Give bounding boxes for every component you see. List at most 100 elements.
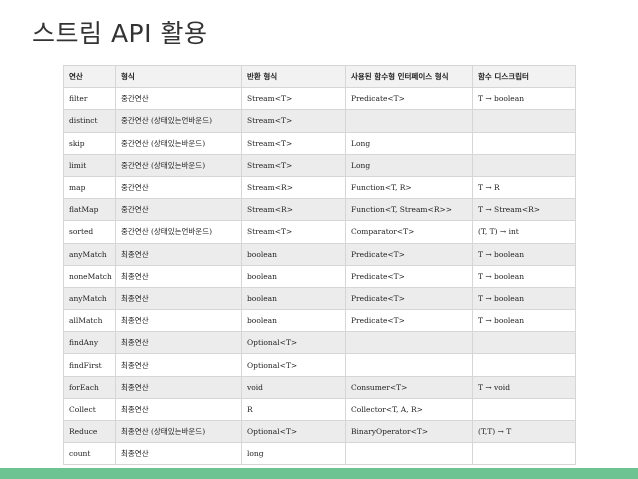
cell-type: 최종연산 [115,331,242,355]
header-type: 형식 [115,64,242,89]
cell-function-descriptor [472,353,576,377]
cell-operation: sorted [63,220,116,244]
header-operation: 연산 [63,64,116,89]
cell-operation: Reduce [63,419,116,444]
cell-function-descriptor [472,153,576,177]
cell-function-descriptor: T → boolean [472,309,576,333]
cell-type: 최종연산 [115,375,242,399]
cell-type: 중간연산 [115,198,242,222]
cell-functional-interface: Predicate<T> [345,309,473,333]
cell-operation: filter [63,87,116,111]
cell-return-type: boolean [241,309,346,333]
cell-type: 중간연산 [115,175,242,200]
cell-type: 최종연산 [115,264,242,288]
table-row: findFirst 최종연산 Optional<T> [63,353,576,377]
cell-function-descriptor: T → R [472,175,576,200]
cell-functional-interface: Long [345,131,473,155]
table-row: forEach 최종연산 void Consumer<T> T → void [63,375,576,399]
table-row: map 중간연산 Stream<R> Function<T, R> T → R [63,175,576,200]
cell-type: 중간연산 (상태있는바운드) [115,131,242,155]
table-row: skip 중간연산 (상태있는바운드) Stream<T> Long [63,131,576,155]
cell-function-descriptor [472,442,576,466]
cell-functional-interface: Function<T, Stream<R>> [345,198,473,222]
cell-functional-interface: Predicate<T> [345,286,473,311]
cell-function-descriptor [472,131,576,155]
cell-operation: anyMatch [63,286,116,311]
operations-table-container: 연산 형식 반환 형식 사용된 함수형 인터페이스 형식 함수 디스크립터 fi… [63,64,576,466]
cell-function-descriptor [472,109,576,133]
cell-return-type: void [241,375,346,399]
cell-return-type: boolean [241,264,346,288]
cell-functional-interface [345,442,473,466]
cell-return-type: Stream<T> [241,153,346,177]
cell-return-type: boolean [241,242,346,266]
table-row: distinct 중간연산 (상태있는언바운드) Stream<T> [63,109,576,133]
cell-operation: map [63,175,116,200]
cell-operation: limit [63,153,116,177]
cell-operation: flatMap [63,198,116,222]
table-row: limit 중간연산 (상태있는바운드) Stream<T> Long [63,153,576,177]
cell-type: 최종연산 [115,442,242,466]
cell-operation: allMatch [63,309,116,333]
table-header-row: 연산 형식 반환 형식 사용된 함수형 인터페이스 형식 함수 디스크립터 [63,64,576,89]
cell-return-type: long [241,442,346,466]
cell-type: 중간연산 (상태있는바운드) [115,153,242,177]
cell-return-type: R [241,397,346,422]
cell-functional-interface [345,109,473,133]
table-row: Collect 최종연산 R Collector<T, A, R> [63,397,576,422]
cell-type: 중간연산 [115,87,242,111]
table-row: flatMap 중간연산 Stream<R> Function<T, Strea… [63,198,576,222]
table-row: filter 중간연산 Stream<T> Predicate<T> T → b… [63,87,576,111]
cell-functional-interface [345,331,473,355]
cell-return-type: boolean [241,286,346,311]
cell-functional-interface: Consumer<T> [345,375,473,399]
table-row: noneMatch 최종연산 boolean Predicate<T> T → … [63,264,576,288]
cell-functional-interface: Predicate<T> [345,264,473,288]
cell-function-descriptor: T → boolean [472,242,576,266]
slide-title: 스트림 API 활용 [32,19,208,48]
stream-operations-table: 연산 형식 반환 형식 사용된 함수형 인터페이스 형식 함수 디스크립터 fi… [63,64,576,466]
cell-return-type: Stream<T> [241,220,346,244]
table-row: sorted 중간연산 (상태있는언바운드) Stream<T> Compara… [63,220,576,244]
cell-functional-interface [345,353,473,377]
cell-operation: skip [63,131,116,155]
cell-type: 최종연산 [115,397,242,422]
cell-return-type: Optional<T> [241,353,346,377]
cell-function-descriptor: T → Stream<R> [472,198,576,222]
cell-operation: Collect [63,397,116,422]
cell-type: 중간연산 (상태있는언바운드) [115,220,242,244]
cell-operation: forEach [63,375,116,399]
footer-accent-bar [0,468,638,479]
table-row: count 최종연산 long [63,442,576,466]
table-row: allMatch 최종연산 boolean Predicate<T> T → b… [63,309,576,333]
cell-operation: findFirst [63,353,116,377]
cell-type: 최종연산 [115,353,242,377]
cell-function-descriptor: (T, T) → int [472,220,576,244]
cell-operation: anyMatch [63,242,116,266]
cell-function-descriptor [472,397,576,422]
cell-functional-interface: Predicate<T> [345,242,473,266]
cell-function-descriptor: T → void [472,375,576,399]
cell-operation: count [63,442,116,466]
cell-functional-interface: Comparator<T> [345,220,473,244]
cell-return-type: Stream<T> [241,109,346,133]
cell-return-type: Optional<T> [241,419,346,444]
cell-operation: noneMatch [63,264,116,288]
cell-return-type: Stream<R> [241,198,346,222]
cell-functional-interface: BinaryOperator<T> [345,419,473,444]
cell-operation: distinct [63,109,116,133]
cell-function-descriptor: T → boolean [472,264,576,288]
header-return-type: 반환 형식 [241,64,346,89]
table-row: Reduce 최종연산 (상태있는바운드) Optional<T> Binary… [63,419,576,444]
cell-operation: findAny [63,331,116,355]
cell-function-descriptor: T → boolean [472,87,576,111]
header-functional-interface: 사용된 함수형 인터페이스 형식 [345,64,473,89]
table-row: anyMatch 최종연산 boolean Predicate<T> T → b… [63,242,576,266]
cell-function-descriptor [472,331,576,355]
cell-functional-interface: Function<T, R> [345,175,473,200]
cell-functional-interface: Collector<T, A, R> [345,397,473,422]
table-row: findAny 최종연산 Optional<T> [63,331,576,355]
cell-function-descriptor: (T,T) → T [472,419,576,444]
cell-return-type: Stream<T> [241,87,346,111]
cell-function-descriptor: T → boolean [472,286,576,311]
